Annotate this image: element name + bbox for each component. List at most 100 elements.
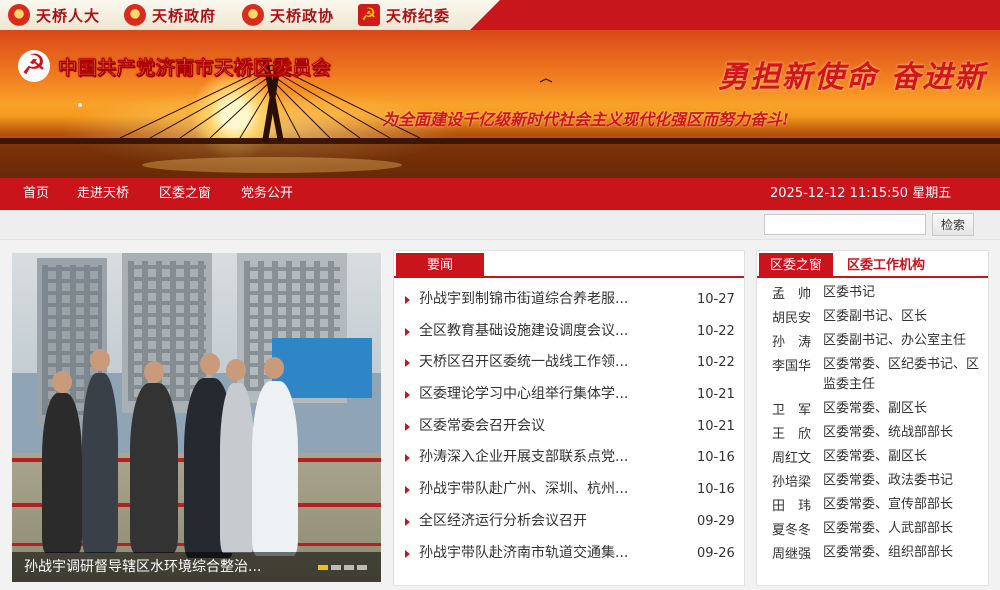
photo-person-head: [226, 359, 246, 381]
top-links-bar: 天桥人大 天桥政府 天桥政协 天桥纪委: [0, 0, 1000, 30]
photo-person: [220, 383, 254, 553]
official-row[interactable]: 周红文 区委常委、副区长: [757, 444, 988, 468]
official-row[interactable]: 王 欣区委常委、统战部部长: [757, 420, 988, 444]
official-row[interactable]: 卫 军区委常委、副区长: [757, 396, 988, 420]
top-link-renda[interactable]: 天桥人大: [8, 3, 100, 27]
official-name: 孟 帅: [772, 287, 812, 302]
official-role: 区委常委、区纪委书记、区监委主任: [823, 357, 980, 392]
slide-dot[interactable]: [357, 565, 367, 570]
official-row[interactable]: 孙 涛区委副书记、办公室主任: [757, 328, 988, 352]
news-title: 孙涛深入企业开展支部联系点党...: [419, 449, 629, 466]
news-title: 区委常委会召开会议: [419, 417, 545, 434]
top-link-label: 天桥纪委: [386, 6, 451, 25]
news-date: 10-22: [697, 323, 735, 339]
official-row[interactable]: 周继强 区委常委、组织部部长: [757, 540, 988, 564]
top-link-label: 天桥政协: [270, 6, 335, 25]
news-item[interactable]: 孙涛深入企业开展支部联系点党... 10-16: [394, 442, 744, 474]
tab-committee-agencies[interactable]: 区委工作机构: [847, 253, 925, 278]
photo-building-windows: [128, 261, 206, 401]
photo-person-head: [200, 353, 220, 375]
official-role: 区委副书记、区长: [823, 309, 928, 324]
news-tabbar: 要闻: [394, 251, 744, 278]
nav-committee-window[interactable]: 区委之窗: [159, 178, 211, 210]
photo-person: [82, 373, 118, 553]
slide-dot[interactable]: [331, 565, 341, 570]
official-name: 孙 涛: [772, 335, 812, 350]
tab-committee-window[interactable]: 区委之窗: [759, 253, 833, 278]
official-role: 区委常委、宣传部部长: [823, 497, 954, 512]
officials-tabbar: 区委之窗 区委工作机构: [757, 251, 988, 278]
top-link-label: 天桥人大: [36, 6, 101, 25]
top-link-label: 天桥政府: [152, 6, 217, 25]
photo-person-head: [264, 357, 284, 379]
top-link-jiwei[interactable]: 天桥纪委: [358, 3, 450, 27]
party-logo-icon: [18, 48, 50, 82]
site-brand[interactable]: 中国共产党济南市天桥区委员会: [18, 48, 332, 82]
official-role: 区委副书记、办公室主任: [823, 333, 967, 348]
news-title: 全区经济运行分析会议召开: [419, 512, 587, 529]
news-item[interactable]: 孙战宇带队赴济南市轨道交通集... 09-26: [394, 538, 744, 570]
slide-dot[interactable]: [344, 565, 354, 570]
photo-person: [252, 381, 298, 556]
news-title: 孙战宇带队赴济南市轨道交通集...: [419, 544, 629, 561]
slideshow-dots: [318, 565, 367, 570]
news-date: 10-21: [697, 418, 735, 434]
photo-person-head: [90, 349, 110, 371]
search-bar: 检索: [0, 210, 1000, 240]
official-role: 区委常委、副区长: [823, 401, 928, 416]
photo-slideshow[interactable]: 孙战宇调研督导辖区水环境综合整治...: [12, 253, 381, 582]
official-name: 田 玮: [772, 499, 812, 514]
official-row[interactable]: 李国华 区委常委、区纪委书记、区监委主任: [757, 352, 988, 396]
tab-news[interactable]: 要闻: [396, 253, 484, 278]
header-banner: 中国共产党济南市天桥区委员会 勇担新使命 奋进新 为全面建设千亿级新时代社会主义…: [0, 30, 1000, 178]
official-row[interactable]: 孙培梁 区委常委、政法委书记: [757, 468, 988, 492]
officials-panel: 区委之窗 区委工作机构 孟 帅区委书记 胡民安 区委副书记、区长 孙 涛区委副书记…: [756, 250, 989, 586]
news-item[interactable]: 全区经济运行分析会议召开 09-29: [394, 506, 744, 538]
search-input[interactable]: [764, 214, 926, 235]
news-date: 09-29: [697, 513, 735, 529]
news-item[interactable]: 天桥区召开区委统一战线工作领... 10-22: [394, 347, 744, 379]
news-item[interactable]: 全区教育基础设施建设调度会议... 10-22: [394, 316, 744, 348]
official-name: 李国华: [772, 359, 812, 374]
official-role: 区委常委、副区长: [823, 449, 928, 464]
official-role: 区委常委、组织部部长: [823, 545, 954, 560]
official-name: 胡民安: [772, 311, 812, 326]
nav-home[interactable]: 首页: [23, 178, 49, 210]
site-name: 中国共产党济南市天桥区委员会: [58, 56, 332, 79]
news-item[interactable]: 孙战宇到制锦市街道综合养老服... 10-27: [394, 284, 744, 316]
slide-dot[interactable]: [318, 565, 328, 570]
official-name: 夏冬冬: [772, 523, 812, 538]
news-date: 09-26: [697, 545, 735, 561]
news-item[interactable]: 区委常委会召开会议 10-21: [394, 411, 744, 443]
official-row[interactable]: 孟 帅区委书记: [757, 280, 988, 304]
news-date: 10-16: [697, 450, 735, 466]
top-link-zhengxie[interactable]: 天桥政协: [242, 3, 334, 27]
photo-person: [130, 383, 178, 553]
official-name: 孙培梁: [772, 475, 812, 490]
official-name: 卫 军: [772, 403, 812, 418]
news-title: 全区教育基础设施建设调度会议...: [419, 322, 629, 339]
official-row[interactable]: 田 玮区委常委、宣传部部长: [757, 492, 988, 516]
nav-about-tianqiao[interactable]: 走进天桥: [77, 178, 129, 210]
official-role: 区委常委、统战部部长: [823, 425, 954, 440]
national-emblem-icon: [124, 4, 146, 26]
photo-person: [42, 393, 82, 553]
news-date: 10-16: [697, 482, 735, 498]
officials-list: 孟 帅区委书记 胡民安 区委副书记、区长 孙 涛区委副书记、办公室主任 李国华 区委…: [757, 280, 988, 564]
official-role: 区委常委、政法委书记: [823, 473, 954, 488]
news-title: 孙战宇带队赴广州、深圳、杭州...: [419, 481, 629, 498]
national-emblem-icon: [8, 4, 30, 26]
news-date: 10-22: [697, 355, 735, 371]
news-item[interactable]: 区委理论学习中心组举行集体学... 10-21: [394, 379, 744, 411]
official-row[interactable]: 夏冬冬 区委常委、人武部部长: [757, 516, 988, 540]
news-title: 孙战宇到制锦市街道综合养老服...: [419, 291, 629, 307]
search-button[interactable]: 检索: [932, 213, 974, 236]
news-title: 天桥区召开区委统一战线工作领...: [419, 354, 629, 371]
nav-party-affairs[interactable]: 党务公开: [241, 178, 293, 210]
slogan-sub: 为全面建设千亿级新时代社会主义现代化强区而努力奋斗!: [382, 110, 790, 129]
official-row[interactable]: 胡民安 区委副书记、区长: [757, 304, 988, 328]
datetime-display: 2025-12-12 11:15:50 星期五: [770, 186, 952, 201]
top-link-zhengfu[interactable]: 天桥政府: [124, 3, 216, 27]
news-item[interactable]: 孙战宇带队赴广州、深圳、杭州... 10-16: [394, 474, 744, 506]
news-title: 区委理论学习中心组举行集体学...: [419, 386, 629, 403]
